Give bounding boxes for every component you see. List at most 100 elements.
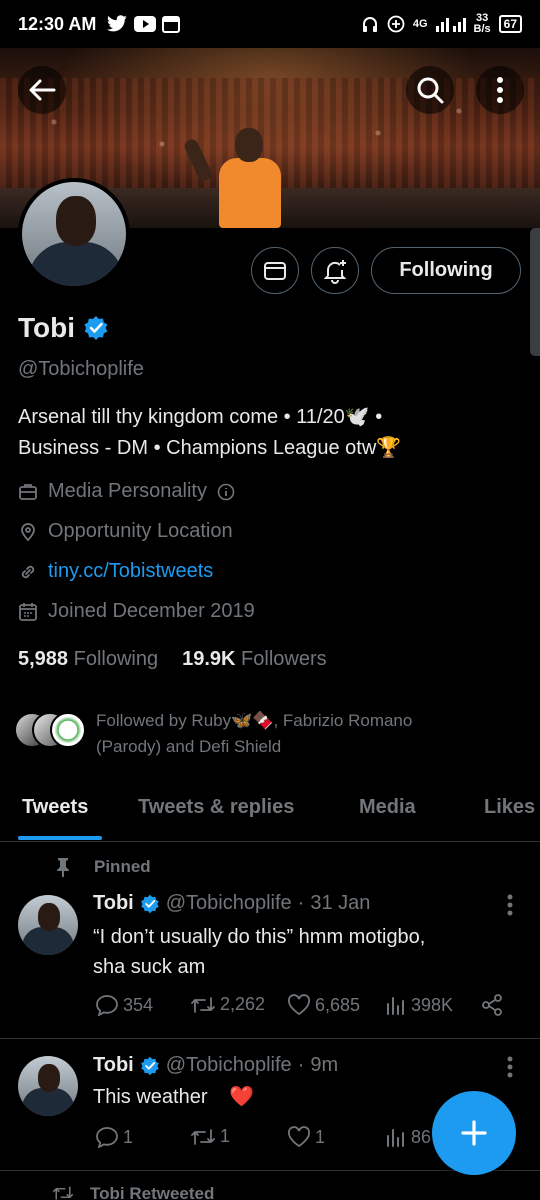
reply-icon	[96, 1127, 118, 1148]
retweet-count: 1	[220, 1126, 231, 1146]
share-button[interactable]	[481, 994, 503, 1016]
notifications-button[interactable]	[311, 247, 359, 294]
following-button[interactable]: Following	[371, 247, 521, 294]
following-label: Following	[73, 648, 159, 670]
verified-badge-icon[interactable]	[83, 315, 109, 341]
system-indicators: 4G 33 B/s 67	[361, 13, 522, 35]
views-chart-icon	[387, 997, 404, 1015]
tweet-author-name[interactable]: Tobi	[93, 1054, 134, 1077]
tweet-avatar[interactable]	[18, 1056, 78, 1116]
tweet-handle: @Tobichoplife	[165, 1054, 292, 1076]
signal-icon	[435, 18, 466, 32]
data-saver-icon	[387, 15, 405, 33]
reply-button[interactable]: 354	[95, 994, 153, 1016]
followed-by-row[interactable]: Followed by Ruby🦋🍫, Fabrizio Romano (Par…	[14, 708, 496, 760]
active-tab-indicator	[18, 836, 102, 840]
like-button[interactable]: 6,685	[287, 994, 360, 1016]
retweet-icon	[191, 1128, 215, 1145]
tab-likes[interactable]: Likes	[484, 796, 535, 819]
website-link[interactable]: tiny.cc/Tobistweets	[48, 560, 213, 583]
retweet-button[interactable]: 2,262	[190, 994, 265, 1015]
tweet-author-name[interactable]: Tobi	[93, 892, 134, 915]
views-button[interactable]: 86	[385, 1126, 431, 1148]
bio-line-1: Arsenal till thy kingdom come • 11/20🕊️ …	[18, 406, 383, 428]
profile-location: Opportunity Location	[18, 520, 233, 543]
tweet-text: “I don’t usually do this” hmm motigbo, s…	[93, 922, 513, 982]
profile-handle: @Tobichoplife	[18, 358, 144, 380]
reply-count: 354	[123, 994, 154, 1015]
follow-counts: 5,988 Following 19.9K Followers	[18, 648, 327, 671]
profile-avatar[interactable]	[18, 178, 130, 290]
banner-performer	[182, 128, 285, 228]
reply-icon	[96, 995, 118, 1016]
message-button[interactable]	[251, 247, 299, 294]
followed-by-line-2: (Parody) and Defi Shield	[96, 737, 282, 756]
envelope-icon	[264, 261, 286, 280]
profile-joined: Joined December 2019	[18, 600, 255, 623]
tab-tweets[interactable]: Tweets	[22, 796, 88, 819]
scrollbar[interactable]	[530, 228, 540, 356]
like-button[interactable]: 1	[287, 1126, 325, 1148]
headphones-icon	[362, 17, 377, 32]
like-count: 1	[315, 1126, 326, 1147]
followed-by-text: Followed by Ruby🦋🍫, Fabrizio Romano (Par…	[96, 708, 496, 760]
compose-tweet-button[interactable]	[432, 1091, 516, 1175]
retweet-icon	[191, 996, 215, 1013]
link-icon	[21, 565, 35, 578]
followers-label: Followers	[241, 648, 327, 670]
pinned-label: Pinned	[94, 857, 151, 876]
tab-media[interactable]: Media	[359, 796, 416, 819]
calendar-icon	[19, 602, 37, 621]
heart-emoji: ❤️	[229, 1086, 254, 1108]
briefcase-icon	[19, 483, 37, 500]
profile-name-row: Tobi	[18, 312, 109, 344]
tweet-text-line-1: “I don’t usually do this” hmm motigbo,	[93, 926, 426, 948]
calendar-icon	[162, 16, 181, 33]
pin-icon	[57, 858, 69, 877]
status-bar: 12:30 AM 4G 33 B/s 67	[0, 0, 540, 48]
more-options-button[interactable]	[476, 66, 524, 114]
heart-icon	[287, 1126, 311, 1148]
reply-count: 1	[123, 1126, 134, 1147]
plus-icon	[461, 1120, 487, 1146]
location-pin-icon	[21, 522, 35, 541]
search-button[interactable]	[406, 66, 454, 114]
search-icon	[417, 77, 444, 104]
back-button[interactable]	[18, 66, 66, 114]
followers-count: 19.9K	[182, 648, 236, 670]
arrow-left-icon	[29, 79, 56, 101]
twitter-bird-icon	[107, 15, 128, 32]
info-icon[interactable]	[217, 483, 235, 501]
tweet-avatar[interactable]	[18, 895, 78, 955]
tweet-divider	[0, 1038, 540, 1039]
tweet-header: Tobi @Tobichoplife · 9m	[93, 1054, 338, 1077]
tweet-time: 9m	[310, 1054, 339, 1076]
profile-name: Tobi	[18, 312, 76, 343]
tweet-separator: ·	[297, 892, 305, 914]
location-text: Opportunity Location	[48, 520, 233, 542]
tweet-more-icon[interactable]	[505, 894, 515, 916]
retweet-icon	[52, 1186, 74, 1200]
reply-button[interactable]: 1	[95, 1126, 133, 1148]
tweet-time: 31 Jan	[310, 892, 371, 914]
tweet-more-icon[interactable]	[505, 1056, 515, 1078]
retweet-button[interactable]: 1	[190, 1126, 230, 1147]
verified-badge-icon	[140, 1056, 159, 1075]
following-count-link[interactable]: 5,988 Following	[18, 648, 158, 671]
views-button[interactable]: 398K	[385, 994, 453, 1016]
verified-badge-icon	[140, 894, 159, 913]
retweeted-label-row: Tobi Retweeted	[52, 1184, 214, 1200]
profile-website[interactable]: tiny.cc/Tobistweets	[18, 560, 213, 583]
joined-text: Joined December 2019	[48, 600, 255, 622]
speed-unit: B/s	[473, 23, 491, 35]
network-type: 4G	[412, 18, 428, 30]
bio-line-2: Business - DM • Champions League otw🏆	[18, 437, 402, 459]
battery-indicator: 67	[498, 15, 522, 33]
tab-tweets-replies[interactable]: Tweets & replies	[138, 796, 294, 819]
profile-tabs: Tweets Tweets & replies Media Likes	[0, 782, 540, 842]
followers-count-link[interactable]: 19.9K Followers	[182, 648, 327, 671]
tweet-separator: ·	[297, 1054, 305, 1076]
heart-icon	[287, 994, 311, 1016]
network-speed: 33 B/s	[474, 13, 491, 35]
views-chart-icon	[387, 1129, 404, 1147]
